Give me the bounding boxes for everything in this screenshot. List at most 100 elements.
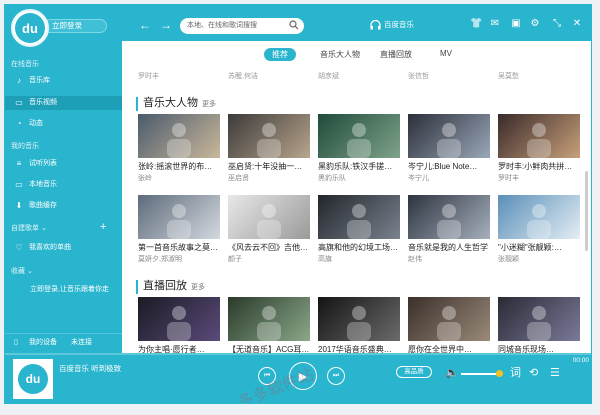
video-thumbnail[interactable] bbox=[138, 114, 220, 158]
video-artist[interactable]: 岑宁儿 bbox=[408, 173, 490, 183]
video-card[interactable]: 为你主唱·愿行者… bbox=[138, 297, 220, 353]
sidebar-item-liked-songs[interactable]: ♡ 我喜欢的单曲 bbox=[5, 241, 122, 255]
video-card[interactable]: 罗时丰:小鲜肉共拼… 罗时丰 bbox=[498, 114, 580, 183]
video-card[interactable]: 同城音乐现场… bbox=[498, 297, 580, 353]
back-arrow-icon[interactable]: ← bbox=[139, 19, 151, 31]
next-button[interactable]: ⏭ bbox=[327, 367, 345, 385]
video-title[interactable]: 高旗和他的幻境工场… bbox=[318, 242, 400, 253]
shirt-icon[interactable]: 👕 bbox=[470, 18, 482, 30]
video-thumbnail[interactable] bbox=[318, 114, 400, 158]
sidebar-item-feed[interactable]: ◔ 动态 bbox=[5, 117, 122, 131]
my-device[interactable]: ▯ 我的设备 未连接 bbox=[5, 333, 122, 351]
video-title[interactable]: 愿你在全世界中… bbox=[408, 344, 490, 353]
video-thumbnail[interactable] bbox=[318, 195, 400, 239]
video-card[interactable]: 第一首音乐故事之莫… 莫妍夕,郑淑明 bbox=[138, 195, 220, 264]
volume-icon[interactable]: 🔈 bbox=[445, 367, 459, 379]
tab-recommend[interactable]: 推荐 bbox=[264, 48, 296, 61]
repeat-icon[interactable]: ⟲ bbox=[529, 367, 538, 379]
video-artist[interactable]: 颜子 bbox=[228, 254, 310, 264]
sidebar-item-song-cache[interactable]: ⬇ 歌曲缓存 bbox=[5, 199, 122, 213]
volume-knob[interactable] bbox=[496, 370, 503, 377]
favorites-login-hint[interactable]: 立即登录,让音乐跟着你走 bbox=[30, 284, 109, 294]
album-art[interactable]: du bbox=[13, 359, 53, 399]
video-card[interactable]: 高旗和他的幻境工场… 高旗 bbox=[318, 195, 400, 264]
video-thumbnail[interactable] bbox=[498, 297, 580, 341]
video-thumbnail[interactable] bbox=[138, 297, 220, 341]
video-card[interactable]: 巫启贤:十年没抽一… 巫启贤 bbox=[228, 114, 310, 183]
video-thumbnail[interactable] bbox=[228, 297, 310, 341]
video-card[interactable]: "小迷糊"张靓颖:… 张靓颖 bbox=[498, 195, 580, 264]
video-card[interactable]: 《风去云不回》吉他… 颜子 bbox=[228, 195, 310, 264]
video-title[interactable]: 岑宁儿:Blue Note… bbox=[408, 161, 490, 172]
video-thumbnail[interactable] bbox=[408, 114, 490, 158]
minimize-mode-icon[interactable]: ⤡ bbox=[551, 18, 563, 30]
person-silhouette-icon bbox=[257, 306, 281, 341]
video-thumbnail[interactable] bbox=[138, 195, 220, 239]
video-card[interactable]: 岑宁儿:Blue Note… 岑宁儿 bbox=[408, 114, 490, 183]
video-artist[interactable]: 巫启贤 bbox=[228, 173, 310, 183]
sidebar-item-music-library[interactable]: ♪ 音乐库 bbox=[5, 74, 122, 88]
video-title[interactable]: 《风去云不回》吉他… bbox=[228, 242, 310, 253]
video-artist[interactable]: 高旗 bbox=[318, 254, 400, 264]
scrollbar[interactable] bbox=[585, 171, 588, 251]
sidebar-item-music-video[interactable]: ▭ 音乐视频 bbox=[5, 96, 122, 110]
video-title[interactable]: 为你主唱·愿行者… bbox=[138, 344, 220, 353]
video-title[interactable]: 音乐就是我的人生哲学 bbox=[408, 242, 490, 253]
video-artist[interactable]: 罗时丰 bbox=[498, 173, 580, 183]
mail-icon[interactable]: ✉ bbox=[489, 18, 501, 30]
add-playlist-icon[interactable]: + bbox=[100, 221, 106, 233]
person-silhouette-icon bbox=[257, 204, 281, 239]
video-artist[interactable]: 莫妍夕,郑淑明 bbox=[138, 254, 220, 264]
video-title[interactable]: 张岭:摇滚世界的布… bbox=[138, 161, 220, 172]
forward-arrow-icon[interactable]: → bbox=[160, 19, 172, 31]
video-thumbnail[interactable] bbox=[228, 114, 310, 158]
prev-card-artist: 张信哲 bbox=[408, 73, 429, 80]
video-artist[interactable]: 张岭 bbox=[138, 173, 220, 183]
settings-icon[interactable]: ⚙ bbox=[529, 18, 541, 30]
toolbox-icon[interactable]: ▣ bbox=[510, 18, 522, 30]
progress-bar[interactable] bbox=[5, 353, 591, 355]
tab-live-replay[interactable]: 直播回放 bbox=[380, 49, 412, 60]
video-card[interactable]: 音乐就是我的人生哲学 赵伟 bbox=[408, 195, 490, 264]
feed-icon: ◔ bbox=[16, 119, 22, 128]
sidebar-item-trial-list[interactable]: ≡ 试听列表 bbox=[5, 157, 122, 171]
video-thumbnail[interactable] bbox=[498, 114, 580, 158]
search-icon[interactable] bbox=[289, 20, 299, 30]
video-thumbnail[interactable] bbox=[318, 297, 400, 341]
video-title[interactable]: 巫启贤:十年没抽一… bbox=[228, 161, 310, 172]
tab-music-figures[interactable]: 音乐大人物 bbox=[320, 49, 360, 60]
video-title[interactable]: 第一首音乐故事之莫… bbox=[138, 242, 220, 253]
lyrics-button[interactable]: 词 bbox=[510, 367, 521, 379]
video-card[interactable]: 2017华语音乐盛典… bbox=[318, 297, 400, 353]
video-thumbnail[interactable] bbox=[498, 195, 580, 239]
video-artist[interactable]: 赵伟 bbox=[408, 254, 490, 264]
time-display: 00:00 bbox=[572, 357, 589, 364]
video-title[interactable]: 2017华语音乐盛典… bbox=[318, 344, 400, 353]
video-title[interactable]: "小迷糊"张靓颖:… bbox=[498, 242, 580, 253]
tab-mv[interactable]: MV bbox=[440, 49, 452, 58]
video-artist[interactable]: 黑豹乐队 bbox=[318, 173, 400, 183]
close-icon[interactable]: ✕ bbox=[571, 18, 583, 30]
video-thumbnail[interactable] bbox=[228, 195, 310, 239]
title-bar: 立即登录 ← → 本地、在线和歌词搜搜 百度音乐 👕 ✉ ▣ ⚙ ⤡ ✕ bbox=[5, 5, 591, 41]
video-thumbnail[interactable] bbox=[408, 195, 490, 239]
video-thumbnail[interactable] bbox=[408, 297, 490, 341]
video-title[interactable]: 罗时丰:小鲜肉共拼… bbox=[498, 161, 580, 172]
playlist-icon[interactable]: ☰ bbox=[550, 367, 560, 379]
video-card[interactable]: 【无道音乐】ACG耳… bbox=[228, 297, 310, 353]
person-silhouette-icon bbox=[347, 306, 371, 341]
more-link[interactable]: 更多 bbox=[191, 284, 205, 291]
video-card[interactable]: 黑豹乐队:铁汉手搓… 黑豹乐队 bbox=[318, 114, 400, 183]
video-card[interactable]: 张岭:摇滚世界的布… 张岭 bbox=[138, 114, 220, 183]
volume-slider[interactable] bbox=[461, 373, 501, 375]
sidebar-item-local-music[interactable]: ▭ 本地音乐 bbox=[5, 178, 122, 192]
quality-button[interactable]: 高品质 bbox=[396, 366, 432, 378]
video-title[interactable]: 同城音乐现场… bbox=[498, 344, 580, 353]
video-artist[interactable]: 张靓颖 bbox=[498, 254, 580, 264]
video-title[interactable]: 【无道音乐】ACG耳… bbox=[228, 344, 310, 353]
login-button[interactable]: 立即登录 bbox=[43, 19, 107, 33]
video-card[interactable]: 愿你在全世界中… bbox=[408, 297, 490, 353]
more-link[interactable]: 更多 bbox=[202, 101, 216, 108]
search-input[interactable]: 本地、在线和歌词搜搜 bbox=[180, 18, 304, 34]
video-title[interactable]: 黑豹乐队:铁汉手搓… bbox=[318, 161, 400, 172]
